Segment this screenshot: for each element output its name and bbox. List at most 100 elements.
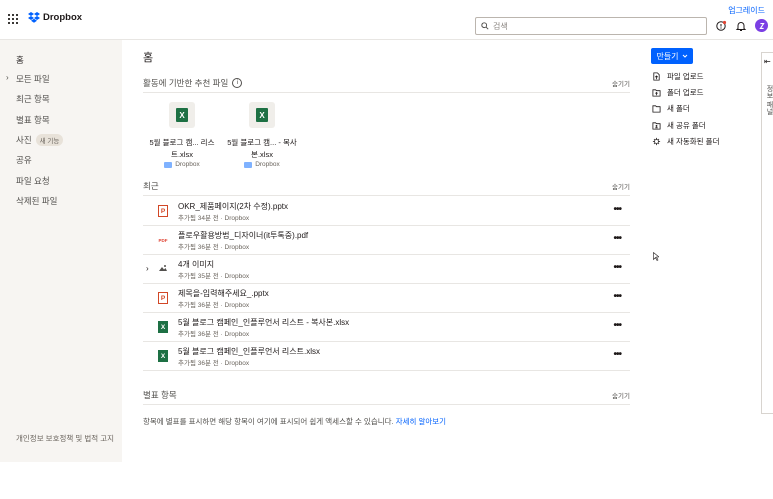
bell-icon[interactable] (735, 20, 747, 32)
file-name[interactable]: 5월 블로그 캠페인_인플루언서 리스트.xlsx (178, 346, 320, 357)
action-label: 폴더 업로드 (667, 88, 704, 97)
starred-hint-text: 항목에 별표를 표시하면 해당 항목이 여기에 표시되어 쉽게 액세스할 수 있… (143, 417, 396, 426)
excel-icon: X (158, 350, 168, 362)
file-meta: 추가됨 36분 전 · Dropbox (178, 360, 250, 367)
sidebar-item-shared[interactable]: 공유 (16, 154, 32, 166)
file-location-label: Dropbox (175, 161, 200, 168)
search-box[interactable] (475, 17, 707, 35)
folder-upload-icon (652, 89, 661, 97)
shared-folder-icon (652, 122, 661, 130)
collapse-arrow-icon[interactable]: ⇤ (764, 57, 771, 66)
action-label: 새 폴더 (667, 104, 690, 113)
action-label: 새 자동화된 폴더 (667, 137, 720, 146)
file-name: 5월 블로그 캠... 리스 트.xlsx (143, 137, 221, 161)
sidebar-item-file-requests[interactable]: 파일 요청 (16, 175, 50, 187)
file-name[interactable]: 4개 이미지 (178, 259, 214, 270)
table-row[interactable]: P OKR_제품페이지(2차 수정).pptx 추가됨 34분 전 · Drop… (143, 197, 630, 226)
file-name-line2: 트.xlsx (171, 150, 193, 159)
powerpoint-icon: P (158, 205, 168, 217)
automated-folder-icon (652, 137, 661, 146)
chevron-right-icon[interactable]: › (6, 73, 9, 82)
more-options-icon[interactable]: ••• (613, 204, 621, 215)
new-folder-action[interactable]: 새 폴더 (652, 103, 690, 114)
sidebar-item-all-files[interactable]: 모든 파일 (16, 73, 50, 85)
hide-starred-button[interactable]: 숨기기 (612, 390, 630, 400)
file-thumbnail: X (169, 102, 195, 128)
sidebar-item-recent[interactable]: 최근 항목 (16, 93, 50, 105)
suggested-title-wrap: 활동에 기반한 추천 파일 i (143, 77, 243, 89)
starred-section-header: 별표 항목 숨기기 (143, 385, 630, 405)
create-button[interactable]: 만들기 (651, 48, 693, 64)
notification-icon[interactable] (715, 20, 727, 32)
hide-recent-button[interactable]: 숨기기 (612, 181, 630, 191)
sidebar-item-home[interactable]: 홈 (16, 54, 24, 66)
action-label: 새 공유 폴더 (667, 121, 706, 130)
recent-title: 최근 (143, 180, 159, 191)
upgrade-link[interactable]: 업그레이드 (728, 5, 765, 16)
learn-more-link[interactable]: 자세히 알아보기 (396, 417, 446, 426)
sidebar-item-starred[interactable]: 별표 항목 (16, 114, 50, 126)
avatar-logo-icon (758, 22, 765, 29)
suggested-file-card[interactable]: X 5월 블로그 캠... 리스 트.xlsx Dropbox (143, 102, 221, 168)
file-location: Dropbox (223, 161, 301, 168)
sidebar-item-photos[interactable]: 사진 새 기능 (16, 134, 64, 146)
privacy-legal-link[interactable]: 개인정보 보호정책 및 법적 고지 (16, 434, 116, 444)
sidebar: 홈 › 모든 파일 최근 항목 별표 항목 사진 새 기능 공유 파일 요청 삭… (0, 40, 122, 462)
info-panel-rail[interactable]: ⇤ 정보 패널 (761, 52, 773, 414)
hide-suggested-button[interactable]: 숨기기 (612, 78, 630, 88)
file-upload-icon (653, 72, 660, 81)
file-meta: 추가됨 35분 전 · Dropbox (178, 273, 250, 280)
dropbox-logo-icon (28, 12, 40, 23)
more-options-icon[interactable]: ••• (613, 291, 621, 302)
file-name[interactable]: 제목을-입력해주세요_.pptx (178, 288, 269, 299)
excel-icon: X (256, 108, 268, 122)
table-row[interactable]: › 4개 이미지 추가됨 35분 전 · Dropbox ••• (143, 255, 630, 284)
upload-folder-action[interactable]: 폴더 업로드 (652, 87, 704, 98)
new-feature-badge: 새 기능 (35, 134, 64, 146)
sidebar-item-label: 홈 (16, 55, 24, 65)
top-bar: Dropbox 업그레이드 (0, 0, 773, 40)
table-row[interactable]: X 5월 블로그 캠페인_인플루언서 리스트.xlsx 추가됨 36분 전 · … (143, 342, 630, 371)
file-thumbnail: X (249, 102, 275, 128)
file-name: 5월 블로그 캠... - 복사 본.xlsx (223, 137, 301, 161)
sidebar-item-label: 최근 항목 (16, 94, 50, 104)
recent-section-header: 최근 숨기기 (143, 176, 630, 196)
starred-title: 별표 항목 (143, 389, 177, 400)
more-options-icon[interactable]: ••• (613, 262, 621, 273)
file-name[interactable]: 5월 블로그 캠페인_인플루언서 리스트 - 복사본.xlsx (178, 317, 349, 328)
sidebar-item-label: 모든 파일 (16, 74, 50, 84)
file-name-line2: 본.xlsx (251, 150, 273, 159)
info-icon[interactable]: i (232, 77, 243, 88)
more-options-icon[interactable]: ••• (613, 349, 621, 360)
sidebar-item-label: 별표 항목 (16, 115, 50, 125)
avatar[interactable] (755, 19, 768, 32)
more-options-icon[interactable]: ••• (613, 320, 621, 331)
search-input[interactable] (493, 21, 693, 31)
sidebar-item-label: 파일 요청 (16, 176, 50, 186)
table-row[interactable]: P 제목을-입력해주세요_.pptx 추가됨 36분 전 · Dropbox •… (143, 284, 630, 313)
new-folder-icon (652, 105, 661, 113)
more-options-icon[interactable]: ••• (613, 233, 621, 244)
excel-icon: X (158, 321, 168, 333)
suggested-title: 활동에 기반한 추천 파일 (143, 77, 229, 88)
app-grid-icon[interactable] (8, 14, 18, 24)
suggested-file-card[interactable]: X 5월 블로그 캠... - 복사 본.xlsx Dropbox (223, 102, 301, 168)
file-name[interactable]: 플로우활용방법_디자이너(it투톡중).pdf (178, 230, 308, 241)
file-name-line1: 5월 블로그 캠... 리스 (149, 138, 215, 147)
new-automated-folder-action[interactable]: 새 자동화된 폴더 (652, 136, 719, 147)
folder-icon (164, 161, 173, 168)
table-row[interactable]: PDF 플로우활용방법_디자이너(it투톡중).pdf 추가됨 36분 전 · … (143, 226, 630, 255)
new-shared-folder-action[interactable]: 새 공유 폴더 (652, 120, 706, 131)
table-row[interactable]: X 5월 블로그 캠페인_인플루언서 리스트 - 복사본.xlsx 추가됨 36… (143, 313, 630, 342)
sidebar-item-deleted-files[interactable]: 삭제된 파일 (16, 195, 57, 207)
file-location-label: Dropbox (255, 161, 280, 168)
dropbox-logo[interactable]: Dropbox (28, 12, 82, 23)
excel-icon: X (176, 108, 188, 122)
search-icon (481, 22, 489, 30)
file-location: Dropbox (143, 161, 221, 168)
mouse-cursor-icon (653, 252, 659, 261)
create-button-label: 만들기 (656, 51, 679, 61)
file-name[interactable]: OKR_제품페이지(2차 수정).pptx (178, 201, 288, 212)
chevron-right-icon[interactable]: › (146, 264, 149, 273)
upload-file-action[interactable]: 파일 업로드 (652, 71, 704, 82)
